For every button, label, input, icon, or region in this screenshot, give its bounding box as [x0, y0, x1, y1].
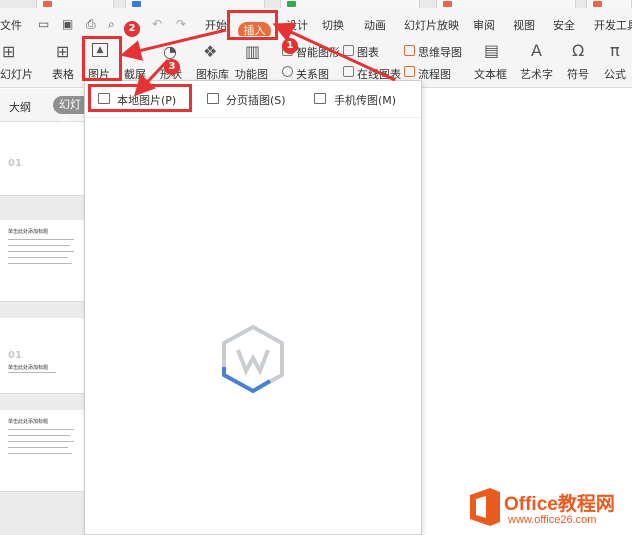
step2-arrow [120, 28, 227, 61]
office-logo-icon [470, 488, 500, 526]
step-badge-1: 1 [282, 38, 298, 54]
annotation-arrows [120, 22, 396, 97]
step1-arrow [272, 22, 396, 82]
step-badge-3: 3 [164, 59, 180, 75]
watermark-url: www.office26.com [508, 514, 597, 526]
step-badge-2: 2 [124, 21, 140, 37]
watermark-brand: Office教程网 [504, 494, 615, 515]
